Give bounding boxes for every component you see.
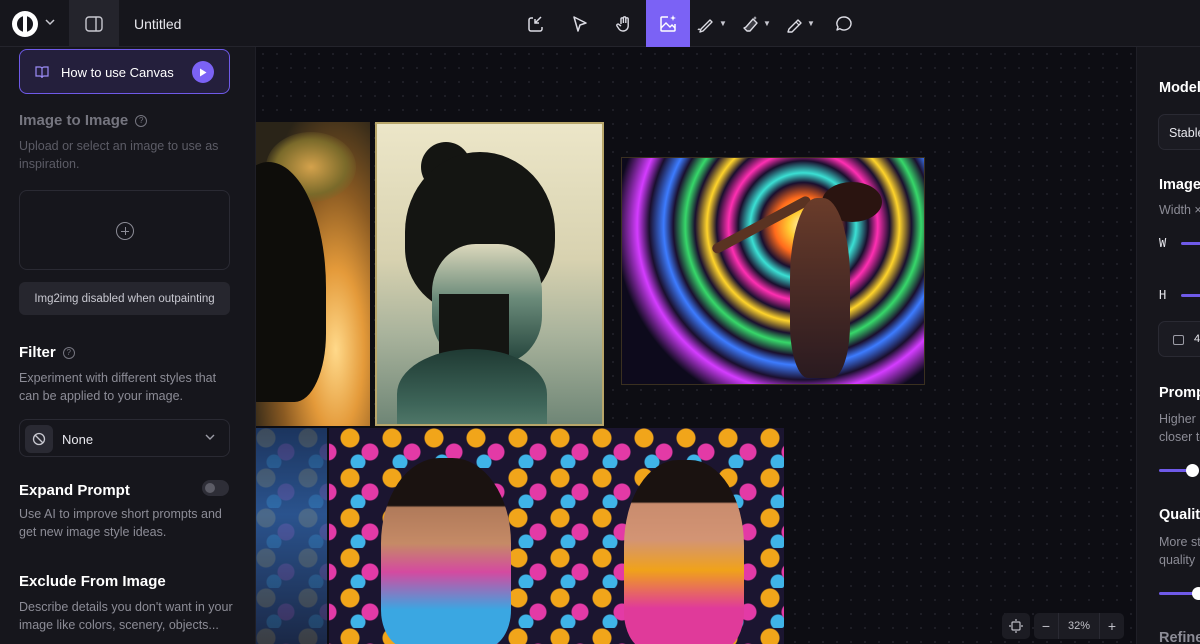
book-icon <box>35 66 49 79</box>
model-value: Stable <box>1169 126 1200 140</box>
select-tool-button[interactable] <box>558 0 602 47</box>
shoulders-shape <box>397 349 547 424</box>
portrait-figure-right <box>624 460 744 644</box>
filter-select[interactable]: None <box>19 419 230 457</box>
exclude-from-image-desc: Describe details you don't want in your … <box>19 600 233 632</box>
fit-to-screen-button[interactable] <box>1002 613 1030 639</box>
chevron-down-icon: ▼ <box>719 19 727 28</box>
image-divider <box>327 428 329 644</box>
eraser-icon <box>743 15 758 32</box>
import-icon <box>528 15 543 32</box>
comment-icon <box>836 15 852 31</box>
portrait-figure-left <box>381 458 511 644</box>
img2img-disabled-note: Img2img disabled when outpainting <box>19 282 230 315</box>
how-to-use-label: How to use Canvas <box>61 65 174 80</box>
zoom-out-button[interactable]: − <box>1034 613 1058 639</box>
sidebar-toggle-icon <box>85 15 103 32</box>
canvas-image-forest-silhouette-partial[interactable] <box>256 122 370 426</box>
import-tool-button[interactable] <box>514 0 558 47</box>
blue-hexagon-tile <box>256 428 328 644</box>
toolbar: ▼ ▼ ▼ <box>514 0 866 47</box>
info-icon[interactable]: ? <box>62 346 75 359</box>
generate-tool-button[interactable] <box>646 0 690 47</box>
image-to-image-desc: Upload or select an image to use as insp… <box>19 139 219 171</box>
expand-prompt-desc: Use AI to improve short prompts and get … <box>19 507 222 539</box>
image-to-image-label: Image to Image <box>19 112 129 129</box>
prompt-strength-title: Prompt <box>1159 385 1200 401</box>
filter-title: Filter ? <box>19 344 75 361</box>
erase-tool-button[interactable]: ▼ <box>734 0 778 47</box>
quality-desc-1: More st <box>1159 535 1200 549</box>
no-filter-icon <box>25 425 53 453</box>
pencil-icon <box>787 18 802 33</box>
figure-shape <box>790 198 850 378</box>
sketch-tool-button[interactable]: ▼ <box>690 0 734 47</box>
quality-slider-knob[interactable] <box>1192 587 1200 600</box>
top-bar: Untitled ▼ ▼ ▼ <box>0 0 1200 47</box>
filter-value: None <box>62 432 94 447</box>
play-icon <box>192 61 214 83</box>
width-slider[interactable] <box>1181 242 1200 245</box>
zoom-in-button[interactable]: + <box>1100 613 1124 639</box>
fit-screen-icon <box>1009 619 1023 633</box>
image-count-icon <box>1173 335 1184 345</box>
pen-icon <box>697 18 713 33</box>
canvas-image-forest-silhouette[interactable] <box>375 122 604 426</box>
height-label: H <box>1159 288 1167 302</box>
model-select[interactable]: Stable <box>1158 114 1200 150</box>
image-count-select[interactable]: 4 <box>1158 321 1200 357</box>
height-slider[interactable] <box>1181 294 1200 297</box>
panel-toggle-button[interactable] <box>69 0 119 47</box>
app-logo-icon[interactable] <box>12 11 38 37</box>
plus-circle-icon <box>116 222 134 240</box>
info-icon[interactable]: ? <box>135 114 148 127</box>
prompt-strength-desc-1: Higher <box>1159 412 1196 426</box>
right-settings-panel: Model Stable Image Width × W H 4 Prompt … <box>1136 47 1200 644</box>
filter-label: Filter <box>19 344 56 361</box>
exclude-from-image-title: Exclude From Image <box>19 573 166 590</box>
refine-title: Refine <box>1159 630 1200 644</box>
draw-tool-button[interactable]: ▼ <box>778 0 822 47</box>
canvas-area[interactable]: − 32% + <box>256 47 1136 644</box>
image-upload-dropzone[interactable] <box>19 190 230 270</box>
prompt-strength-desc-2: closer to <box>1159 430 1200 444</box>
pointer-icon <box>573 15 587 32</box>
quality-desc-2: quality <box>1159 553 1196 567</box>
left-sidebar: How to use Canvas Image to Image ? Uploa… <box>0 47 256 644</box>
image-sparkle-icon <box>660 14 676 32</box>
filter-desc: Experiment with different styles that ca… <box>19 371 217 403</box>
pan-tool-button[interactable] <box>602 0 646 47</box>
how-to-use-canvas-button[interactable]: How to use Canvas <box>19 49 230 94</box>
expand-prompt-title: Expand Prompt <box>19 482 130 499</box>
comment-tool-button[interactable] <box>822 0 866 47</box>
expand-prompt-toggle[interactable] <box>202 480 229 496</box>
width-label: W <box>1159 236 1167 250</box>
document-title[interactable]: Untitled <box>134 16 181 32</box>
chevron-down-icon <box>205 434 215 440</box>
image-size-title: Image <box>1159 177 1200 193</box>
prompt-strength-slider-knob[interactable] <box>1186 464 1199 477</box>
chevron-down-icon[interactable] <box>44 15 58 31</box>
zoom-level: 32% <box>1058 613 1100 639</box>
hand-icon <box>616 15 629 32</box>
canvas-image-rainbow-swirl[interactable] <box>621 157 925 385</box>
chevron-down-icon: ▼ <box>763 19 771 28</box>
chevron-down-icon: ▼ <box>807 19 815 28</box>
canvas-image-hexagon-portraits[interactable] <box>256 428 784 644</box>
zoom-control: − 32% + <box>1034 613 1124 639</box>
image-to-image-title: Image to Image ? <box>19 112 148 129</box>
image-count-value: 4 <box>1194 333 1200 345</box>
image-size-desc: Width × <box>1159 203 1200 217</box>
quality-title: Quality <box>1159 507 1200 523</box>
model-title: Model <box>1159 80 1200 96</box>
